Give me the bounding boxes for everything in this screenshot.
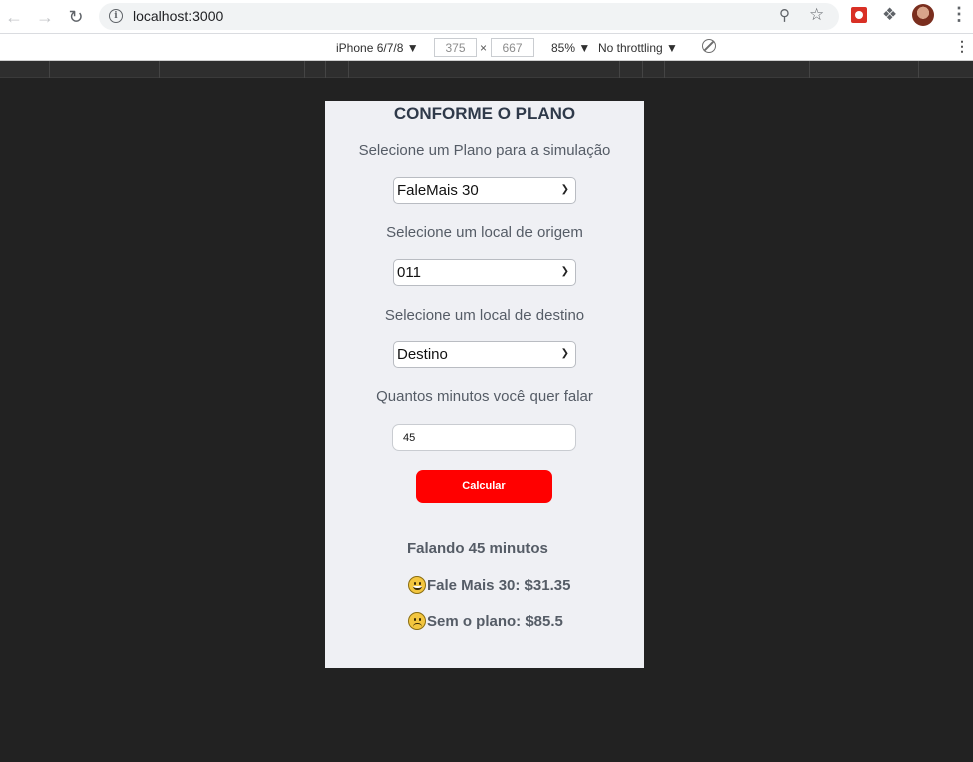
- smiling-face-icon: [408, 576, 426, 594]
- extension-icon[interactable]: [851, 7, 867, 23]
- chevron-down-icon: ❯: [560, 266, 569, 277]
- throttling-select[interactable]: No throttling ▼: [598, 41, 678, 55]
- back-arrow-icon[interactable]: ←: [2, 5, 26, 29]
- result-without-plan-text: Sem o plano: $85.5: [427, 613, 563, 630]
- destination-select-value: Destino: [397, 346, 448, 363]
- chevron-down-icon: ❯: [560, 348, 569, 359]
- address-bar[interactable]: i localhost:3000 ⚲ ☆: [99, 3, 839, 30]
- devtools-menu-icon[interactable]: ⋮: [955, 38, 969, 55]
- plan-select[interactable]: FaleMais 30 ❯: [393, 177, 576, 204]
- bookmark-star-icon[interactable]: ☆: [809, 5, 824, 25]
- minutes-label: Quantos minutos você quer falar: [376, 388, 593, 405]
- browser-menu-icon[interactable]: ⋮: [950, 4, 968, 25]
- media-query-bar[interactable]: [0, 61, 973, 78]
- mobile-viewport: CONFORME O PLANO Selecione um Plano para…: [325, 101, 644, 668]
- url-text[interactable]: localhost:3000: [133, 8, 223, 24]
- forward-arrow-icon[interactable]: →: [33, 5, 57, 29]
- zoom-icon[interactable]: ⚲: [779, 6, 790, 24]
- page-title: CONFORME O PLANO: [393, 104, 576, 123]
- plan-select-value: FaleMais 30: [397, 182, 479, 199]
- result-with-plan-text: Fale Mais 30: $31.35: [427, 577, 571, 594]
- device-select[interactable]: iPhone 6/7/8 ▼: [336, 41, 419, 55]
- browser-toolbar: ← → ↻ i localhost:3000 ⚲ ☆ ❖ ⋮: [0, 0, 973, 34]
- result-with-plan: Fale Mais 30: $31.35: [408, 576, 570, 594]
- minutes-input[interactable]: 45: [392, 424, 576, 451]
- rotate-icon[interactable]: [702, 39, 716, 53]
- destination-select[interactable]: Destino ❯: [393, 341, 576, 368]
- origin-label: Selecione um local de origem: [386, 224, 583, 241]
- sad-face-icon: [408, 612, 426, 630]
- origin-select[interactable]: 011 ❯: [393, 259, 576, 286]
- plan-label: Selecione um Plano para a simulação: [358, 142, 611, 159]
- viewport-height-input[interactable]: 667: [491, 38, 534, 57]
- reload-icon[interactable]: ↻: [64, 5, 88, 29]
- result-without-plan: Sem o plano: $85.5: [408, 612, 563, 630]
- site-info-icon[interactable]: i: [109, 9, 123, 23]
- extensions-puzzle-icon[interactable]: ❖: [882, 5, 897, 25]
- result-heading: Falando 45 minutos: [407, 540, 548, 557]
- chevron-down-icon: ❯: [560, 184, 569, 195]
- viewport-width-input[interactable]: 375: [434, 38, 477, 57]
- dimension-separator: ×: [480, 41, 488, 55]
- calculate-button[interactable]: Calcular: [416, 470, 552, 503]
- profile-avatar[interactable]: [912, 4, 934, 26]
- device-toolbar: iPhone 6/7/8 ▼ 375 × 667 85% ▼ No thrott…: [0, 34, 973, 61]
- origin-select-value: 011: [397, 264, 421, 281]
- destination-label: Selecione um local de destino: [384, 307, 585, 324]
- zoom-select[interactable]: 85% ▼: [551, 41, 590, 55]
